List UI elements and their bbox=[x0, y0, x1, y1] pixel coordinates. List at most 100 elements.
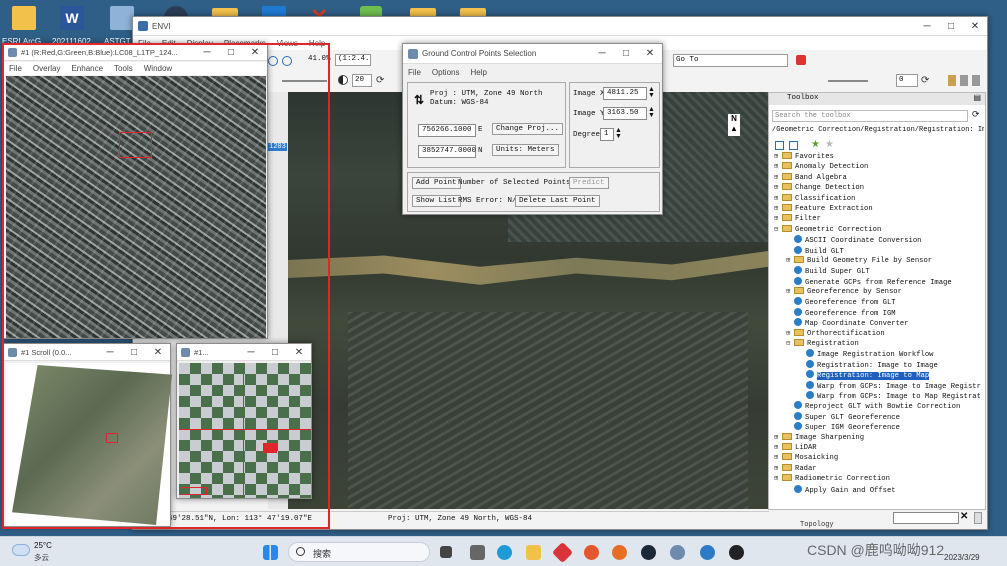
toolbox-search-refresh-icon[interactable]: ⟳ bbox=[972, 109, 980, 120]
scroll-window-title-bar[interactable]: #1 Scroll (0.0... ─ □ ✕ bbox=[4, 344, 170, 361]
toolbox-folder[interactable]: ⊟ Geometric Correction bbox=[774, 224, 979, 235]
expand-icon[interactable]: ⊞ bbox=[774, 443, 782, 453]
northing-field[interactable]: 3852747.0000 bbox=[418, 145, 476, 158]
degree-field[interactable]: 1 bbox=[600, 128, 614, 141]
toolbox-tool[interactable]: Georeference from GLT bbox=[774, 297, 979, 307]
zoom-window-title-bar[interactable]: #1... ─ □ ✕ bbox=[177, 344, 311, 361]
word-doc-icon[interactable]: W bbox=[60, 6, 84, 30]
image-menu-tools[interactable]: Tools bbox=[114, 64, 133, 73]
favorites-star-icon[interactable]: ★ bbox=[811, 139, 820, 150]
toolbox-tool[interactable]: Warp from GCPs: Image to Map Registrat bbox=[774, 390, 981, 401]
rotate-refresh-icon[interactable]: ⟳ bbox=[921, 75, 929, 86]
image-menu-enhance[interactable]: Enhance bbox=[71, 64, 103, 73]
toolbox-footer-scroll-icon[interactable] bbox=[974, 512, 982, 524]
image-window-title-bar[interactable]: #1 (R:Red,G:Green,B:Blue):LC08_L1TP_124.… bbox=[4, 44, 267, 61]
expand-icon[interactable]: ⊞ bbox=[774, 173, 782, 183]
degree-spin-icon[interactable]: ▲ ▼ bbox=[615, 127, 622, 140]
gcp-maximize-icon[interactable]: □ bbox=[614, 44, 638, 64]
zoom-canvas[interactable] bbox=[179, 363, 311, 498]
close-icon[interactable]: ✕ bbox=[963, 17, 987, 36]
favorites-star2-icon[interactable]: ★ bbox=[825, 139, 834, 150]
toolbox-tool[interactable]: Registration: Image to Map bbox=[774, 370, 979, 381]
expand-all-icon[interactable] bbox=[775, 141, 784, 150]
weather-temp[interactable]: 25°C bbox=[34, 541, 52, 550]
toolbox-tool[interactable]: Super IGM Georeference bbox=[774, 422, 979, 432]
toolbox-folder[interactable]: ⊞ Image Sharpening bbox=[774, 432, 979, 443]
scroll-window-minimize-icon[interactable]: ─ bbox=[98, 344, 122, 361]
toolbox-tool[interactable]: Super GLT Georeference bbox=[774, 411, 979, 422]
expand-icon[interactable]: ⊞ bbox=[774, 204, 782, 214]
toolbox-search[interactable]: Search the toolbox bbox=[772, 110, 968, 122]
image-y-field[interactable]: 3163.50 bbox=[603, 107, 647, 120]
edge-icon[interactable] bbox=[497, 545, 512, 560]
envi-title-bar[interactable]: ENVI ─ □ ✕ bbox=[133, 17, 987, 36]
expand-icon[interactable]: ⊞ bbox=[774, 183, 782, 193]
envi-taskbar-icon[interactable] bbox=[670, 545, 685, 560]
gcp-title-bar[interactable]: Ground Control Points Selection ─ □ ✕ bbox=[403, 44, 662, 64]
expand-icon[interactable]: ⊞ bbox=[774, 162, 782, 172]
toolbox-collapse-icon[interactable]: ▤ bbox=[973, 93, 981, 102]
toolbox-tool[interactable]: Image Registration Workflow bbox=[774, 349, 979, 359]
expand-icon[interactable]: ⊞ bbox=[774, 464, 782, 474]
toolbox-folder[interactable]: ⊞ Change Detection bbox=[774, 183, 979, 193]
taskbar-search[interactable]: 搜索 bbox=[288, 542, 430, 562]
brightness-slider[interactable] bbox=[282, 80, 327, 82]
toolbox-folder[interactable]: ⊞ Georeference by Sensor bbox=[774, 287, 979, 297]
collapse-icon[interactable]: ⊟ bbox=[786, 339, 794, 349]
image-menu-file[interactable]: File bbox=[9, 64, 22, 73]
collapse-all-icon[interactable] bbox=[789, 141, 798, 150]
gcp-close-icon[interactable]: ✕ bbox=[638, 44, 662, 64]
toolbox-tool[interactable]: Apply Gain and Offset bbox=[774, 484, 979, 495]
toolbox-tool[interactable]: Warp from GCPs: Image to Image Registr bbox=[774, 380, 981, 391]
show-list-button[interactable]: Show List bbox=[412, 195, 461, 207]
gcp-menu-options[interactable]: Options bbox=[432, 68, 460, 77]
gcp-minimize-icon[interactable]: ─ bbox=[590, 44, 614, 64]
toolbox-tool[interactable]: Generate GCPs from Reference Image bbox=[774, 276, 979, 287]
zoom-in-icon[interactable] bbox=[268, 56, 278, 66]
toolbox-folder[interactable]: ⊞ LiDAR bbox=[774, 442, 979, 453]
toolbox-folder[interactable]: ⊟ Registration bbox=[774, 339, 979, 349]
taskview-icon[interactable] bbox=[440, 546, 452, 558]
menu-help[interactable]: Help bbox=[309, 39, 325, 48]
explorer-icon[interactable] bbox=[526, 545, 541, 560]
firefox-icon[interactable] bbox=[612, 545, 627, 560]
image-canvas[interactable] bbox=[6, 76, 266, 338]
toolbox-folder[interactable]: ⊞ Band Algebra bbox=[774, 172, 979, 183]
scroll-box-indicator[interactable] bbox=[106, 433, 118, 443]
image-menu-overlay[interactable]: Overlay bbox=[33, 64, 61, 73]
toolbox-folder[interactable]: ⊞ Feature Extraction bbox=[774, 203, 979, 214]
units-button[interactable]: Units: Meters bbox=[492, 144, 559, 156]
image-window-close-icon[interactable]: ✕ bbox=[243, 44, 267, 61]
zoom-window-close-icon[interactable]: ✕ bbox=[287, 344, 311, 361]
scroll-canvas[interactable] bbox=[6, 363, 172, 526]
easting-field[interactable]: 756266.1000 bbox=[418, 124, 476, 137]
zoom-window-minimize-icon[interactable]: ─ bbox=[239, 344, 263, 361]
scroll-window-close-icon[interactable]: ✕ bbox=[146, 344, 170, 361]
zoom-ratio-select[interactable]: (1:2.4... bbox=[335, 54, 371, 66]
qq-icon[interactable] bbox=[729, 545, 744, 560]
expand-icon[interactable]: ⊞ bbox=[786, 329, 794, 339]
toolbox-folder[interactable]: ⊞ Anomaly Detection bbox=[774, 162, 979, 172]
toolbox-folder[interactable]: ⊞ Build Geometry File by Sensor bbox=[774, 255, 979, 266]
zoom-out-icon[interactable] bbox=[282, 56, 292, 66]
desktop-icon-1[interactable] bbox=[12, 6, 36, 30]
toolbox-tool[interactable]: Reproject GLT with Bowtie Correction bbox=[774, 401, 979, 411]
desktop-icon-3[interactable] bbox=[110, 6, 134, 30]
collapse-icon[interactable]: ⊟ bbox=[774, 225, 782, 235]
toolbox-footer-input[interactable] bbox=[893, 512, 959, 524]
image-window-minimize-icon[interactable]: ─ bbox=[195, 44, 219, 61]
gcp-menu-file[interactable]: File bbox=[408, 68, 421, 77]
expand-icon[interactable]: ⊞ bbox=[774, 453, 782, 463]
maximize-icon[interactable]: □ bbox=[939, 17, 963, 36]
refresh-icon[interactable]: ⟳ bbox=[376, 75, 384, 86]
app-notify-icon[interactable] bbox=[584, 545, 599, 560]
expand-icon[interactable]: ⊞ bbox=[774, 214, 782, 224]
zoom-box-indicator[interactable] bbox=[119, 132, 152, 158]
image-y-spin-icon[interactable]: ▲ ▼ bbox=[648, 106, 655, 119]
toolbox-folder[interactable]: ⊞ Filter bbox=[774, 214, 979, 224]
goto-run-icon[interactable] bbox=[796, 55, 806, 65]
add-point-button[interactable]: Add Point bbox=[412, 177, 461, 189]
expand-icon[interactable]: ⊞ bbox=[774, 152, 782, 162]
image-window-maximize-icon[interactable]: □ bbox=[219, 44, 243, 61]
app-globe-icon[interactable] bbox=[700, 545, 715, 560]
